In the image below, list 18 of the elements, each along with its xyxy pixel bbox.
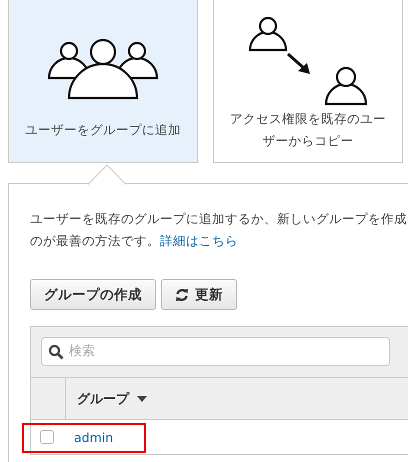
card-label: ユーザーをグループに追加 <box>25 121 181 139</box>
create-group-button[interactable]: グループの作成 <box>30 279 156 310</box>
search-field[interactable]: 検索 <box>41 337 390 366</box>
people-group-icon <box>47 36 159 100</box>
card-label: アクセス権限を既存のユーザーからコピー <box>229 110 387 150</box>
option-card[interactable]: ユーザーをグループに追加 <box>8 0 198 163</box>
description-text: のが最善の方法です。詳細はこちら <box>30 232 239 250</box>
sort-caret-icon <box>137 396 147 402</box>
row-checkbox[interactable] <box>40 430 54 444</box>
group-link[interactable]: admin <box>74 430 114 444</box>
option-card[interactable]: アクセス権限を既存のユーザーからコピー <box>213 0 403 163</box>
column-header[interactable]: グループ <box>77 390 129 408</box>
learn-more-link[interactable]: 詳細はこちら <box>160 233 238 248</box>
search-icon <box>48 344 64 360</box>
refresh-icon <box>175 288 189 302</box>
refresh-button[interactable]: 更新 <box>161 279 237 310</box>
description-text: ユーザーを既存のグループに追加するか、新しいグループを作成 <box>30 210 408 228</box>
user-copy-icon <box>248 14 368 106</box>
